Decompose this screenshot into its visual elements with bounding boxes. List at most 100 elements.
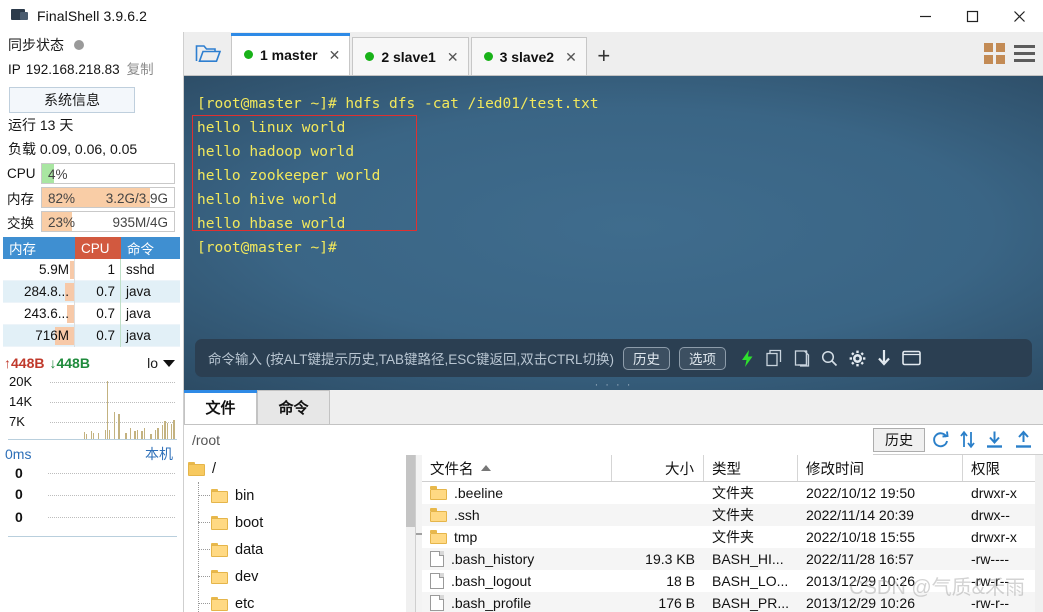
- file-panel-tab-1[interactable]: 命令: [257, 390, 330, 424]
- file-name-cell: .beeline: [422, 485, 612, 501]
- path-input[interactable]: [184, 424, 873, 455]
- process-cpu: 1: [75, 258, 121, 281]
- meter-row-cpu: CPU 4%: [0, 162, 183, 185]
- process-col-cmd[interactable]: 命令: [121, 237, 180, 259]
- meter-row-交换: 交换 23% 935M/4G: [0, 210, 183, 233]
- file-row[interactable]: .ssh 文件夹 2022/11/14 20:39 drwx--: [422, 504, 1043, 526]
- network-bar: [109, 430, 111, 439]
- file-history-button[interactable]: 历史: [873, 427, 925, 452]
- file-mtime-cell: 2022/10/12 19:50: [806, 485, 915, 501]
- process-row[interactable]: 284.8... 0.7 java: [3, 280, 180, 303]
- network-download-value: ↓448B: [49, 355, 90, 371]
- file-row[interactable]: .bash_profile 176 B BASH_PR... 2013/12/29 1…: [422, 592, 1043, 612]
- process-row[interactable]: 716M 0.7 java: [3, 324, 180, 347]
- grid-layout-icon[interactable]: [984, 43, 1005, 64]
- terminal-tab-0[interactable]: 1 master ✕: [231, 33, 351, 75]
- tree-node[interactable]: bin: [184, 482, 415, 509]
- upload-icon[interactable]: [1014, 430, 1033, 449]
- network-bar: [134, 430, 136, 439]
- network-bar: [90, 430, 93, 439]
- maximize-button[interactable]: [949, 0, 996, 32]
- ip-row: IP 192.168.218.83 复制: [0, 58, 183, 82]
- network-bar: [97, 432, 99, 439]
- hamburger-menu-icon[interactable]: [1014, 45, 1035, 62]
- process-col-cpu[interactable]: CPU: [75, 237, 121, 259]
- terminal-tab-close-icon[interactable]: ✕: [565, 50, 577, 64]
- ping-host-label[interactable]: 本机: [145, 444, 173, 464]
- network-interface-selector[interactable]: lo: [147, 355, 175, 371]
- open-folder-icon[interactable]: [184, 32, 231, 75]
- column-header-type[interactable]: 类型: [704, 455, 798, 481]
- directory-tree: /binbootdatadevetcexport: [184, 455, 416, 612]
- file-toolbar: [931, 430, 1043, 449]
- search-icon[interactable]: [821, 350, 838, 367]
- terminal-view[interactable]: [root@master ~]# hdfs dfs -cat /ied01/te…: [184, 76, 1043, 390]
- file-type-cell: BASH_LO...: [712, 573, 789, 589]
- network-bar: [104, 429, 106, 439]
- tree-node[interactable]: boot: [184, 509, 415, 536]
- process-cpu: 0.7: [75, 324, 121, 347]
- network-y-label-0: 20K: [9, 374, 33, 389]
- terminal-tab-2[interactable]: 3 slave2 ✕: [470, 37, 587, 75]
- tree-node[interactable]: data: [184, 536, 415, 563]
- terminal-tab-close-icon[interactable]: ✕: [329, 48, 341, 62]
- copy-icon[interactable]: [766, 349, 783, 367]
- file-row[interactable]: tmp 文件夹 2022/10/18 15:55 drwxr-x: [422, 526, 1043, 548]
- copy-ip-link[interactable]: 复制: [127, 58, 154, 78]
- file-row[interactable]: .bash_history 19.3 KB BASH_HI... 2022/11/28…: [422, 548, 1043, 570]
- paste-icon[interactable]: [794, 349, 810, 367]
- file-name-label: tmp: [454, 529, 478, 545]
- refresh-icon[interactable]: [931, 430, 950, 449]
- file-type-cell: BASH_HI...: [712, 551, 784, 567]
- process-mem: 243.6...: [3, 302, 75, 325]
- system-info-button[interactable]: 系统信息: [9, 87, 135, 113]
- file-type-cell: BASH_PR...: [712, 595, 790, 611]
- file-panel-tab-0[interactable]: 文件: [184, 390, 257, 424]
- process-mem: 716M: [3, 324, 75, 347]
- file-permissions-cell: drwx--: [971, 507, 1010, 523]
- column-header-size[interactable]: 大小: [612, 455, 704, 481]
- column-header-perm[interactable]: 权限: [963, 455, 1035, 481]
- process-row[interactable]: 5.9M 1 sshd: [3, 258, 180, 281]
- process-mem: 5.9M: [3, 258, 75, 281]
- gear-icon[interactable]: [849, 350, 866, 367]
- terminal-tab-1[interactable]: 2 slave1 ✕: [352, 37, 469, 75]
- path-bar: 历史: [184, 424, 1043, 455]
- process-col-mem[interactable]: 内存: [3, 237, 75, 259]
- close-button[interactable]: [996, 0, 1043, 32]
- tree-scrollbar[interactable]: [406, 455, 415, 612]
- sync-status-indicator: [74, 40, 84, 50]
- lightning-icon[interactable]: [740, 349, 755, 368]
- file-mtime-cell: 2013/12/29 10:26: [806, 595, 915, 611]
- tree-node[interactable]: dev: [184, 563, 415, 590]
- tree-node[interactable]: etc: [184, 590, 415, 612]
- folder-icon: [188, 461, 205, 476]
- file-name-label: .bash_logout: [451, 573, 532, 589]
- file-icon: [430, 551, 444, 567]
- panel-resize-handle[interactable]: · · · ·: [595, 379, 633, 390]
- file-list-scrollbar[interactable]: [1035, 455, 1043, 612]
- chevron-down-icon: [163, 359, 175, 367]
- process-row[interactable]: 243.6... 0.7 java: [3, 302, 180, 325]
- file-row[interactable]: .beeline 文件夹 2022/10/12 19:50 drwxr-x: [422, 482, 1043, 504]
- file-name-label: .beeline: [454, 485, 504, 501]
- command-input-bar[interactable]: 命令输入 (按ALT键提示历史,TAB键路径,ESC键返回,双击CTRL切换) …: [195, 339, 1032, 377]
- finalshell-window: FinalShell 3.9.6.2 同步状态 IP 192.168.218.8…: [0, 0, 1043, 612]
- sort-icon[interactable]: [960, 430, 975, 449]
- tree-node[interactable]: /: [184, 455, 415, 482]
- process-command: java: [126, 328, 151, 343]
- window-icon[interactable]: [902, 350, 921, 366]
- command-history-button[interactable]: 历史: [623, 346, 671, 370]
- column-header-name[interactable]: 文件名: [422, 455, 612, 481]
- file-row[interactable]: .bash_logout 18 B BASH_LO... 2013/12/29 10:…: [422, 570, 1043, 592]
- download-icon[interactable]: [877, 349, 891, 367]
- minimize-button[interactable]: [902, 0, 949, 32]
- tree-scrollbar-thumb[interactable]: [406, 455, 415, 527]
- command-options-button[interactable]: 选项: [679, 346, 727, 370]
- terminal-tab-close-icon[interactable]: ✕: [447, 50, 459, 64]
- new-tab-button[interactable]: +: [589, 37, 619, 75]
- resource-meters: CPU 4% 内存 82% 3.2G/3.9G 交换 23% 935M/4G: [0, 162, 183, 233]
- download-icon[interactable]: [985, 430, 1004, 449]
- file-panel: 文件命令 历史: [184, 390, 1043, 612]
- column-header-mtime[interactable]: 修改时间: [798, 455, 963, 481]
